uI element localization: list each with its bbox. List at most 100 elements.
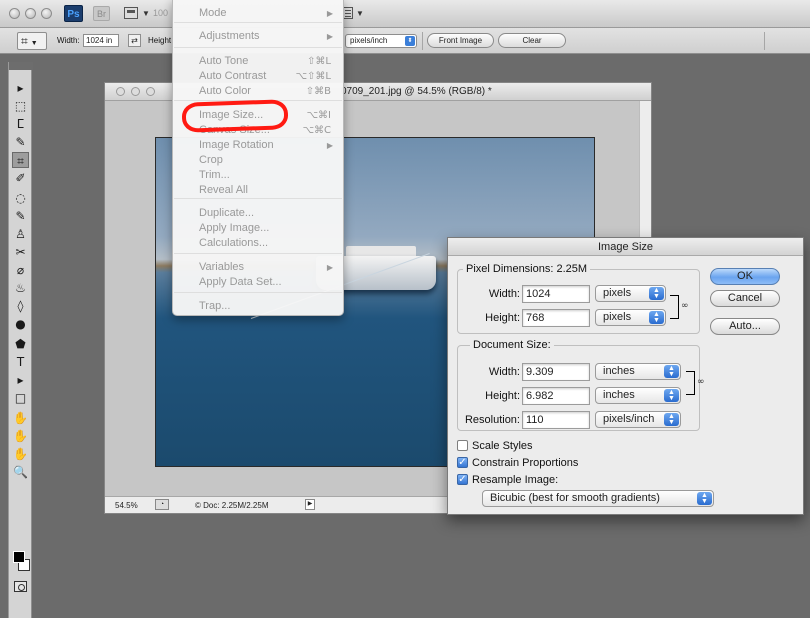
pixel-height-unit-select[interactable]: pixels ▲ ▼ [595, 309, 666, 326]
eyedropper-tool-icon[interactable]: ✐ [12, 170, 29, 186]
crop-width-field[interactable]: 1024 in [83, 34, 119, 47]
pixel-width-input[interactable]: 1024 [522, 285, 590, 303]
application-bar: Ps Br ▼ 100 ▼ [0, 0, 810, 28]
document-size-label: Document Size: [470, 339, 554, 351]
ok-button[interactable]: OK [710, 268, 780, 285]
brush-tool-icon[interactable]: ✎ [12, 208, 29, 224]
menu-item[interactable]: Reveal All [173, 183, 343, 198]
minimize-window-button[interactable] [25, 8, 36, 19]
dodge-tool-icon[interactable]: ● [12, 316, 29, 332]
menu-item[interactable]: Image Rotation ▶ [173, 138, 343, 153]
cancel-button[interactable]: Cancel [710, 290, 780, 307]
zoom-level-field[interactable]: 100 [153, 8, 168, 18]
clone-stamp-icon[interactable]: ♙ [12, 226, 29, 242]
menu-item[interactable]: Auto Tone ⇧⌘L [173, 54, 343, 69]
doc-width-unit-select[interactable]: inches ▲ ▼ [595, 363, 681, 380]
check-icon[interactable]: ✓ [457, 457, 468, 468]
menu-item[interactable]: Apply Data Set... [173, 275, 343, 290]
close-document-button[interactable] [116, 87, 125, 96]
doc-width-unit-value: inches [603, 365, 635, 377]
menu-item[interactable]: Adjustments ▶ [173, 29, 343, 44]
menu-item[interactable]: Crop [173, 153, 343, 168]
crop-tool-icon[interactable]: ⌗ [12, 152, 29, 168]
pixel-height-label: Height: [485, 312, 520, 324]
3d-orbit-icon[interactable]: ✋ [12, 428, 29, 444]
dialog-title[interactable]: Image Size [448, 238, 803, 256]
auto-button[interactable]: Auto... [710, 318, 780, 335]
resample-image-label: Resample Image: [472, 474, 559, 486]
resolution-unit-select[interactable]: pixels/inch ▲ ▼ [595, 411, 681, 428]
submenu-arrow-icon: ▶ [326, 9, 333, 18]
menu-item[interactable]: Auto Color ⇧⌘B [173, 84, 343, 99]
doc-height-input[interactable]: 6.982 [522, 387, 590, 405]
resample-method-select[interactable]: Bicubic (best for smooth gradients) ▲ ▼ [482, 490, 714, 507]
height-label: Height [148, 36, 172, 45]
lasso-tool-icon[interactable]: ⵎ [12, 116, 29, 132]
type-tool-icon[interactable]: T [12, 354, 29, 370]
quick-selection-tool-icon[interactable]: ✎ [12, 134, 29, 150]
bridge-launch-button[interactable]: Br [93, 6, 110, 21]
clear-button[interactable]: Clear [498, 33, 566, 48]
path-selection-icon[interactable]: ▸ [12, 372, 29, 388]
hand-tool-icon[interactable]: ✋ [12, 446, 29, 462]
healing-brush-icon[interactable]: ◌ [12, 190, 29, 206]
front-image-button[interactable]: Front Image [427, 33, 494, 48]
history-brush-icon[interactable]: ✂ [12, 244, 29, 260]
status-popup-arrow-icon[interactable]: ▶ [305, 499, 315, 510]
menu-item-label: Auto Contrast [199, 70, 267, 82]
marquee-tool-icon[interactable]: ⬚ [12, 98, 29, 114]
menu-item-label: Calculations... [199, 237, 269, 249]
chevron-down-icon[interactable]: ▼ [142, 9, 150, 18]
resolution-unit-value: pixels/inch [603, 413, 655, 425]
quick-mask-icon[interactable] [14, 581, 27, 592]
chevron-down-icon[interactable]: ▼ [356, 9, 364, 18]
stepper-icon: ⬍ [405, 36, 415, 46]
divider [422, 32, 423, 50]
stepper-icon: ▲ ▼ [664, 413, 679, 426]
resolution-input[interactable]: 110 [522, 411, 590, 429]
eraser-tool-icon[interactable]: ⌀ [12, 262, 29, 278]
check-icon[interactable]: ✓ [457, 474, 468, 485]
menu-item[interactable]: Variables ▶ [173, 260, 343, 275]
menu-item-label: Apply Data Set... [199, 276, 282, 288]
arrange-documents-icon[interactable] [343, 7, 353, 19]
view-extras-icon[interactable] [124, 7, 138, 19]
zoom-tool-icon[interactable]: 🔍 [12, 464, 29, 480]
minimize-document-button[interactable] [131, 87, 140, 96]
menu-item[interactable]: Mode ▶ [173, 6, 343, 21]
menu-item[interactable]: Trap... [173, 299, 343, 314]
shape-tool-icon[interactable]: □ [12, 390, 29, 406]
doc-height-unit-select[interactable]: inches ▲ ▼ [595, 387, 681, 404]
menu-separator [174, 22, 342, 23]
menu-item[interactable]: Duplicate... [173, 206, 343, 221]
zoom-window-button[interactable] [41, 8, 52, 19]
zoom-document-button[interactable] [146, 87, 155, 96]
blur-tool-icon[interactable]: ◊ [12, 298, 29, 314]
resolution-unit-select[interactable]: pixels/inch ⬍ [345, 34, 417, 48]
scale-styles-box[interactable] [457, 440, 468, 451]
status-menu-icon[interactable]: ◔ [155, 499, 169, 510]
menu-item-shortcut: ⇧⌘B [305, 86, 331, 97]
pixel-width-unit-select[interactable]: pixels ▲ ▼ [595, 285, 666, 302]
move-tool-icon[interactable]: ▸ [12, 80, 29, 96]
paint-bucket-icon[interactable]: ♨ [12, 280, 29, 296]
foreground-color-swatch[interactable] [13, 551, 25, 563]
pixel-height-input[interactable]: 768 [522, 309, 590, 327]
pen-tool-icon[interactable]: ⬟ [12, 336, 29, 352]
chain-link-icon: ∞ [697, 377, 705, 387]
close-window-button[interactable] [9, 8, 20, 19]
doc-width-input[interactable]: 9.309 [522, 363, 590, 381]
menu-item[interactable]: Calculations... [173, 236, 343, 251]
panel-grip[interactable] [9, 62, 33, 70]
3d-rotate-icon[interactable]: ✋ [12, 410, 29, 426]
zoom-percentage-field[interactable]: 54.5% [115, 500, 151, 511]
menu-item[interactable]: Apply Image... [173, 221, 343, 236]
menu-item[interactable]: Auto Contrast ⌥⇧⌘L [173, 69, 343, 84]
crop-tool-preset-picker[interactable]: ⌗ ▼ [17, 32, 47, 50]
swap-dimensions-icon[interactable]: ⇄ [128, 34, 141, 47]
menu-item-label: Image Rotation [199, 139, 274, 151]
menu-separator [174, 253, 342, 254]
menu-item[interactable]: Trim... [173, 168, 343, 183]
doc-height-unit-value: inches [603, 389, 635, 401]
doc-constrain-bracket [686, 371, 695, 395]
